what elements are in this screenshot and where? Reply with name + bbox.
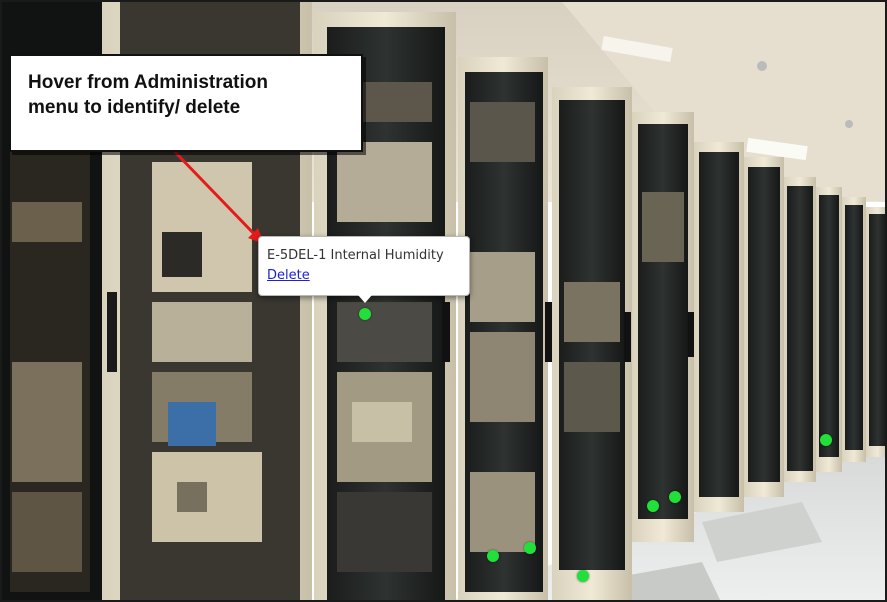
sensor-dot[interactable] <box>487 550 499 562</box>
sensor-dot-selected[interactable] <box>359 308 371 320</box>
sensor-popup: E-5DEL-1 Internal Humidity Delete <box>258 236 470 296</box>
popup-pointer <box>358 295 372 303</box>
sensor-dot[interactable] <box>669 491 681 503</box>
callout-line-1: Hover from Administration <box>28 72 268 93</box>
sensor-dot[interactable] <box>577 570 589 582</box>
sensor-name-label: E-5DEL-1 Internal Humidity <box>267 248 444 263</box>
instruction-callout: Hover from Administration menu to identi… <box>9 54 363 152</box>
delete-link[interactable]: Delete <box>267 268 310 283</box>
screenshot-frame: Hover from Administration menu to identi… <box>0 0 887 602</box>
sensor-dot[interactable] <box>524 542 536 554</box>
callout-line-2: menu to identify/ delete <box>28 97 241 118</box>
sensor-dot[interactable] <box>647 500 659 512</box>
sensor-dot[interactable] <box>820 434 832 446</box>
